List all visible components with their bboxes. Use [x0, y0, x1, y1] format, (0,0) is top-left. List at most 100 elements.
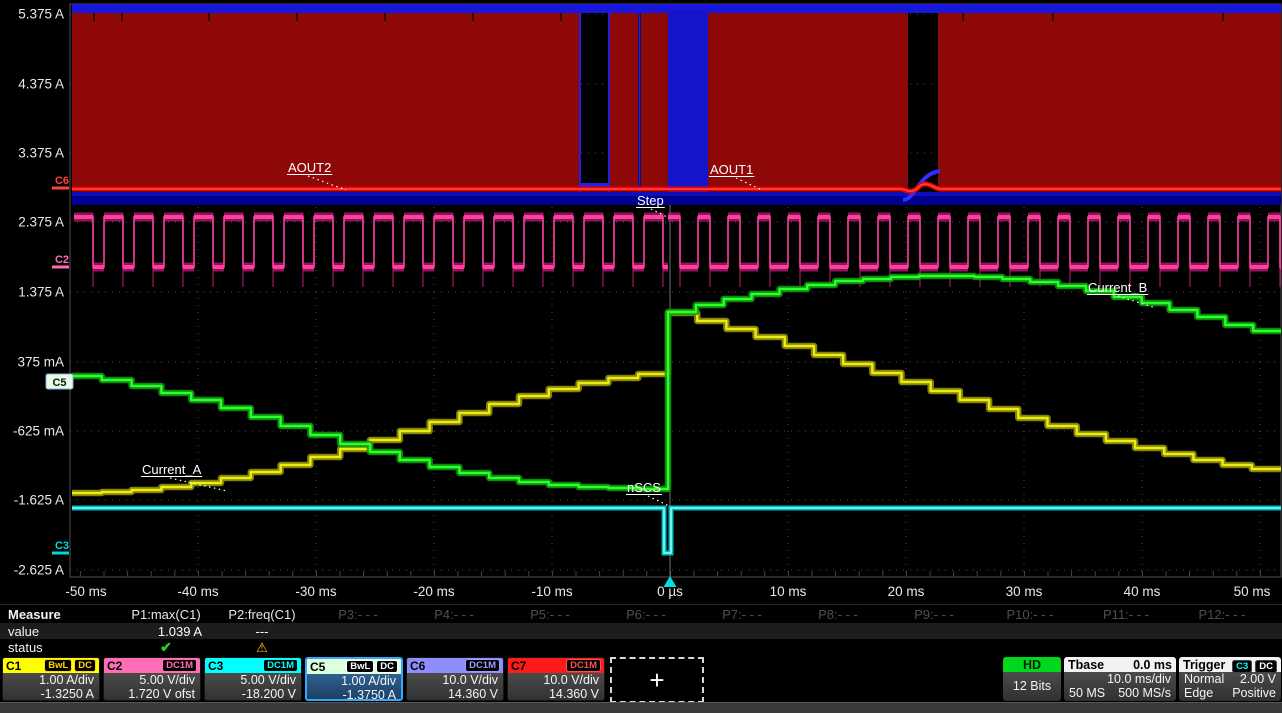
- channel-scale: 10.0 V/div: [412, 674, 498, 688]
- plus-icon: +: [649, 665, 664, 696]
- channel-marker-C5[interactable]: C5: [52, 377, 66, 389]
- hd-mode-box[interactable]: HD 12 Bits: [1003, 657, 1061, 701]
- y-axis-label: -1.625 A: [14, 493, 64, 508]
- trigger-badge-dc: DC: [1255, 660, 1277, 673]
- trace-c7-notch: [1222, 13, 1224, 21]
- waveform-display[interactable]: -50 ms-40 ms-30 ms-20 ms-10 ms0 µs10 ms2…: [0, 0, 1282, 604]
- timebase-samples: 50 MS: [1069, 687, 1105, 701]
- channel-c1-descriptor[interactable]: C1BwLDC1.00 A/div-1.3250 A: [2, 657, 100, 701]
- channel-c7-descriptor[interactable]: C7DC1M10.0 V/div14.360 V: [507, 657, 605, 701]
- add-trace-button[interactable]: +: [610, 657, 704, 703]
- trigger-body: Normal 2.00 V Edge Positive: [1179, 672, 1281, 701]
- measure-param-10-header[interactable]: P10:- - -: [982, 607, 1078, 622]
- y-axis-label: 2.375 A: [18, 215, 64, 230]
- measure-param-4-header[interactable]: P4:- - -: [406, 607, 502, 622]
- measure-param-1-header[interactable]: P1:max(C1): [118, 607, 214, 622]
- measure-value-row-label: value: [0, 624, 118, 639]
- channel-coupling-badge: DC1M: [566, 659, 601, 672]
- channel-offset: 14.360 V: [513, 688, 599, 702]
- channel-offset: -18.200 V: [210, 688, 296, 702]
- trigger-header: Trigger C3DC: [1179, 657, 1281, 672]
- trigger-source-badges: C3DC: [1229, 658, 1277, 672]
- bottom-strip: [0, 702, 1282, 713]
- channel-c5-header: C5BwLDC: [307, 659, 401, 674]
- x-axis-label: 40 ms: [1124, 584, 1161, 599]
- measure-param-1-value: 1.039 A: [118, 624, 214, 639]
- measure-param-8-header[interactable]: P8:- - -: [790, 607, 886, 622]
- channel-c6-settings: 10.0 V/div14.360 V: [407, 673, 503, 701]
- trace-c7-notch: [472, 13, 474, 21]
- timebase-body: 10.0 ms/div 50 MS 500 MS/s: [1064, 672, 1176, 701]
- y-axis-label: 375 mA: [17, 355, 64, 370]
- timebase-title: Tbase: [1068, 658, 1104, 672]
- status-ok-icon: ✔: [160, 639, 172, 655]
- status-warning-icon: ⚠: [256, 640, 268, 655]
- x-axis-label: -10 ms: [531, 584, 573, 599]
- trigger-box[interactable]: Trigger C3DC Normal 2.00 V Edge Positive: [1179, 657, 1281, 701]
- channel-id-label: C2: [107, 659, 122, 673]
- annotation-label-nscs[interactable]: nSCS: [627, 480, 661, 495]
- trace-c7-notch: [93, 13, 95, 21]
- channel-descriptor-bar: C1BwLDC1.00 A/div-1.3250 AC2DC1M5.00 V/d…: [2, 657, 704, 703]
- timebase-scale: 10.0 ms/div: [1107, 673, 1171, 687]
- measure-param-5-header[interactable]: P5:- - -: [502, 607, 598, 622]
- trigger-level: 2.00 V: [1240, 673, 1276, 687]
- channel-c6-header: C6DC1M: [407, 658, 503, 673]
- channel-marker-C2[interactable]: C2: [55, 254, 69, 266]
- channel-c3-header: C3 DC1M: [205, 658, 301, 673]
- channel-id-label: C5: [310, 660, 325, 674]
- channel-marker-C6[interactable]: C6: [55, 175, 69, 187]
- measure-param-6-header[interactable]: P6:- - -: [598, 607, 694, 622]
- measure-param-12-header[interactable]: P12:- - -: [1174, 607, 1270, 622]
- trace-c7-pwm-fill: [609, 13, 638, 191]
- channel-c6-descriptor[interactable]: C6DC1M10.0 V/div14.360 V: [406, 657, 504, 701]
- hd-body: 12 Bits: [1003, 672, 1061, 701]
- timebase-header: Tbase 0.0 ms: [1064, 657, 1176, 672]
- measure-param-2-header[interactable]: P2:freq(C1): [214, 607, 310, 622]
- trace-c7-notch: [208, 13, 210, 21]
- trigger-slope: Positive: [1232, 687, 1276, 701]
- channel-id-label: C3: [208, 659, 223, 673]
- channel-id-label: C1: [6, 659, 21, 673]
- channel-coupling-badge: DC: [74, 659, 96, 672]
- x-axis-label: -20 ms: [413, 584, 455, 599]
- x-axis-label: 0 µs: [657, 584, 683, 599]
- measure-param-11-header[interactable]: P11:- - -: [1078, 607, 1174, 622]
- channel-marker-C3[interactable]: C3: [55, 540, 69, 552]
- channel-coupling-badge: DC1M: [162, 659, 197, 672]
- annotation-label-aout2[interactable]: AOUT2: [288, 160, 331, 175]
- trace-c7-notch: [121, 13, 123, 21]
- annotation-label-current_b[interactable]: Current_B: [1088, 280, 1147, 295]
- channel-id-label: C6: [410, 659, 425, 673]
- channel-offset: 14.360 V: [412, 688, 498, 702]
- measure-status-row-label: status: [0, 640, 118, 655]
- channel-coupling-badge: BwL: [346, 660, 374, 673]
- trigger-title: Trigger: [1183, 658, 1225, 672]
- channel-c3-descriptor[interactable]: C3DC1M5.00 V/div-18.200 V: [204, 657, 302, 701]
- trace-c6-blue-block: [668, 10, 708, 203]
- channel-c2-descriptor[interactable]: C2DC1M5.00 V/div1.720 V ofst: [103, 657, 201, 701]
- channel-offset: 1.720 V ofst: [109, 688, 195, 702]
- x-axis-label: 20 ms: [888, 584, 925, 599]
- channel-c5-descriptor[interactable]: C5BwLDC1.00 A/div-1.3750 A: [305, 657, 403, 701]
- trace-c7-pwm-fill: [938, 13, 1281, 191]
- measure-title: Measure: [0, 607, 118, 622]
- channel-offset: -1.3250 A: [8, 688, 94, 702]
- channel-coupling-badge: DC1M: [263, 659, 298, 672]
- annotation-label-current_a[interactable]: Current_A: [142, 462, 202, 477]
- measure-param-1-status: ✔: [118, 639, 214, 656]
- measure-value-row: value1.039 A---: [0, 623, 1282, 639]
- measure-param-3-header[interactable]: P3:- - -: [310, 607, 406, 622]
- measure-param-7-header[interactable]: P7:- - -: [694, 607, 790, 622]
- x-axis-label: 30 ms: [1006, 584, 1043, 599]
- trace-c7-notch: [560, 13, 562, 21]
- measure-param-9-header[interactable]: P9:- - -: [886, 607, 982, 622]
- channel-c1-header: C1BwLDC: [3, 658, 99, 673]
- timebase-box[interactable]: Tbase 0.0 ms 10.0 ms/div 50 MS 500 MS/s: [1064, 657, 1176, 701]
- channel-c7-header: C7 DC1M: [508, 658, 604, 673]
- annotation-label-aout1[interactable]: AOUT1: [710, 162, 753, 177]
- x-axis-label: 50 ms: [1234, 584, 1271, 599]
- channel-id-label: C7: [511, 659, 526, 673]
- annotation-label-step[interactable]: Step: [637, 193, 664, 208]
- trigger-mode: Normal: [1184, 673, 1224, 687]
